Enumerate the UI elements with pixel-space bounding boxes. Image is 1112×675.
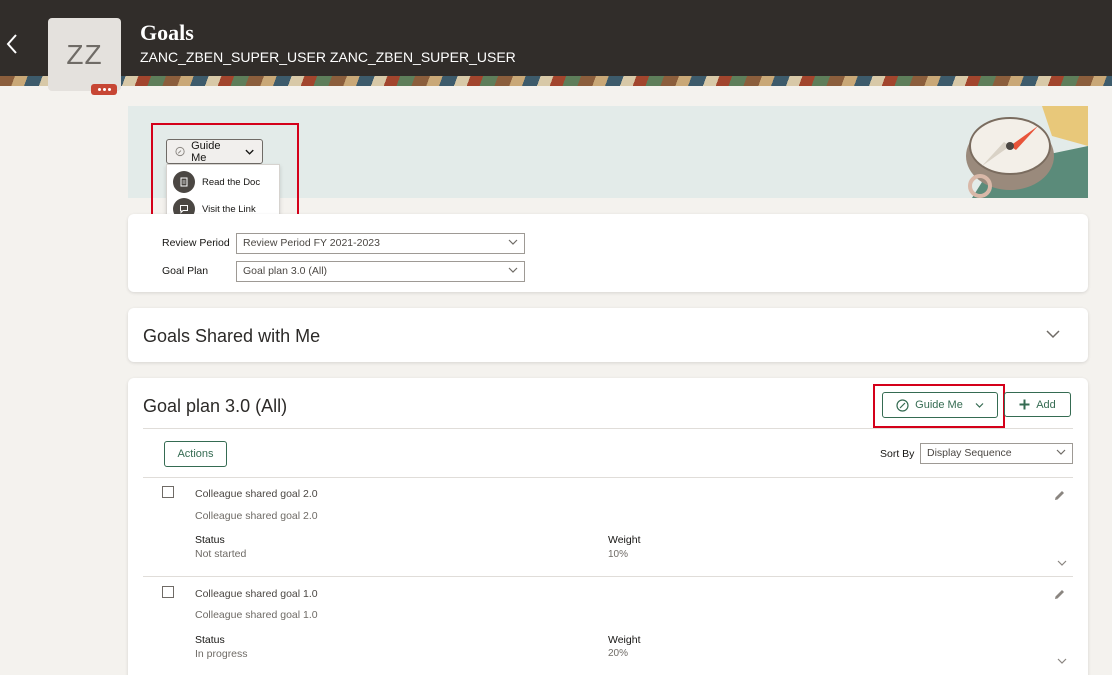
edit-icon[interactable] xyxy=(1053,489,1066,502)
goal-plan-select[interactable]: Goal plan 3.0 (All) xyxy=(236,261,525,282)
sort-by-value: Display Sequence xyxy=(927,447,1012,459)
goal-plan-title: Goal plan 3.0 (All) xyxy=(143,396,288,416)
plus-icon xyxy=(1019,399,1030,410)
more-options-badge[interactable] xyxy=(91,84,117,95)
goal-checkbox[interactable] xyxy=(162,486,174,498)
weight-value: 10% xyxy=(608,549,629,560)
chevron-left-icon xyxy=(6,34,17,54)
review-period-label: Review Period xyxy=(162,237,230,249)
status-value: In progress xyxy=(195,648,248,660)
weight-label: Weight xyxy=(608,634,641,646)
weight-label: Weight xyxy=(608,534,641,546)
chevron-down-icon xyxy=(1056,449,1066,455)
review-period-value: Review Period FY 2021-2023 xyxy=(243,237,380,249)
status-label: Status xyxy=(195,534,225,546)
compass-illustration xyxy=(952,106,1088,198)
edit-icon[interactable] xyxy=(1053,588,1066,601)
status-label: Status xyxy=(195,634,225,646)
actions-button[interactable]: Actions xyxy=(164,441,227,467)
goal-plan-value: Goal plan 3.0 (All) xyxy=(243,265,328,277)
status-value: Not started xyxy=(195,548,247,560)
goal-description: Colleague shared goal 1.0 xyxy=(195,609,318,621)
sort-by-label: Sort By xyxy=(880,448,915,460)
add-label: Add xyxy=(1036,398,1056,411)
highlight-box xyxy=(873,384,1005,428)
page-title: Goals xyxy=(140,20,194,45)
chevron-down-icon xyxy=(508,239,518,245)
chevron-down-icon xyxy=(508,267,518,273)
page-subtitle: ZANC_ZBEN_SUPER_USER ZANC_ZBEN_SUPER_USE… xyxy=(140,49,516,65)
goal-plan-label: Goal Plan xyxy=(162,265,209,277)
section-divider xyxy=(143,428,1073,429)
header-decoration xyxy=(0,76,1112,86)
avatar-initials: ZZ xyxy=(66,38,103,70)
sort-by-select[interactable]: Display Sequence xyxy=(920,443,1073,464)
goal-checkbox[interactable] xyxy=(162,586,174,598)
add-button[interactable]: Add xyxy=(1004,392,1071,417)
goal-name[interactable]: Colleague shared goal 1.0 xyxy=(195,588,318,600)
chevron-down-icon[interactable] xyxy=(1057,560,1067,567)
weight-value: 20% xyxy=(608,648,629,659)
chevron-down-icon[interactable] xyxy=(1057,658,1067,665)
actions-label: Actions xyxy=(177,448,214,460)
list-divider xyxy=(143,477,1073,478)
review-period-select[interactable]: Review Period FY 2021-2023 xyxy=(236,233,525,254)
list-divider xyxy=(143,576,1073,577)
back-button[interactable] xyxy=(0,28,24,60)
goal-name[interactable]: Colleague shared goal 2.0 xyxy=(195,488,318,500)
chevron-down-icon[interactable] xyxy=(1046,330,1060,339)
avatar[interactable]: ZZ xyxy=(48,18,121,91)
shared-goals-title: Goals Shared with Me xyxy=(143,326,321,346)
goal-description: Colleague shared goal 2.0 xyxy=(195,510,318,522)
